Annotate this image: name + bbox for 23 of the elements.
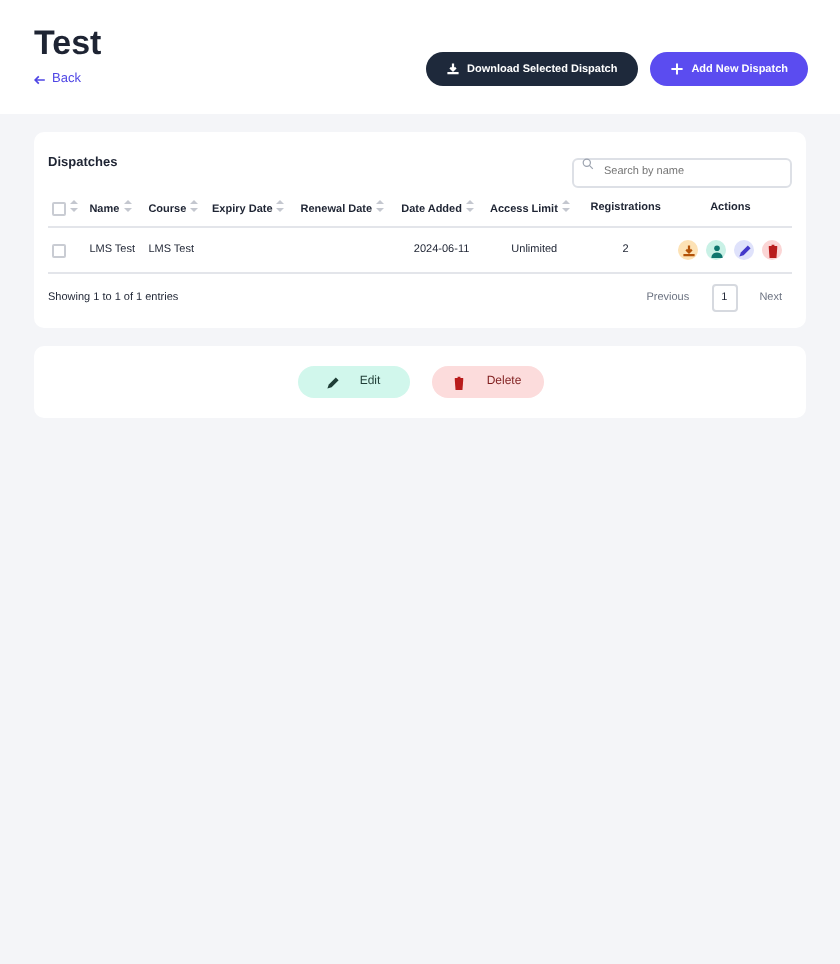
download-action-button[interactable] <box>678 240 699 261</box>
pencil-icon <box>325 375 340 390</box>
sort-icon[interactable] <box>276 200 285 213</box>
sort-icon[interactable] <box>123 200 132 213</box>
user-action-button[interactable] <box>706 240 727 261</box>
sort-icon[interactable] <box>70 200 78 212</box>
download-icon <box>445 62 460 76</box>
pencil-icon <box>737 243 752 258</box>
arrow-left-icon <box>34 73 46 85</box>
select-all-checkbox[interactable] <box>52 202 66 217</box>
plus-icon <box>669 62 684 76</box>
sort-icon[interactable] <box>376 200 385 213</box>
sort-icon[interactable] <box>465 200 474 213</box>
edit-action-button[interactable] <box>734 240 755 261</box>
trash-icon <box>765 243 780 258</box>
person-icon <box>709 243 724 258</box>
page-title: Test <box>34 24 102 64</box>
trash-icon <box>452 375 467 390</box>
sort-icon[interactable] <box>190 200 199 213</box>
sort-icon[interactable] <box>561 200 570 213</box>
download-icon <box>681 243 696 258</box>
delete-action-button[interactable] <box>762 240 783 261</box>
row-checkbox[interactable] <box>52 243 66 258</box>
